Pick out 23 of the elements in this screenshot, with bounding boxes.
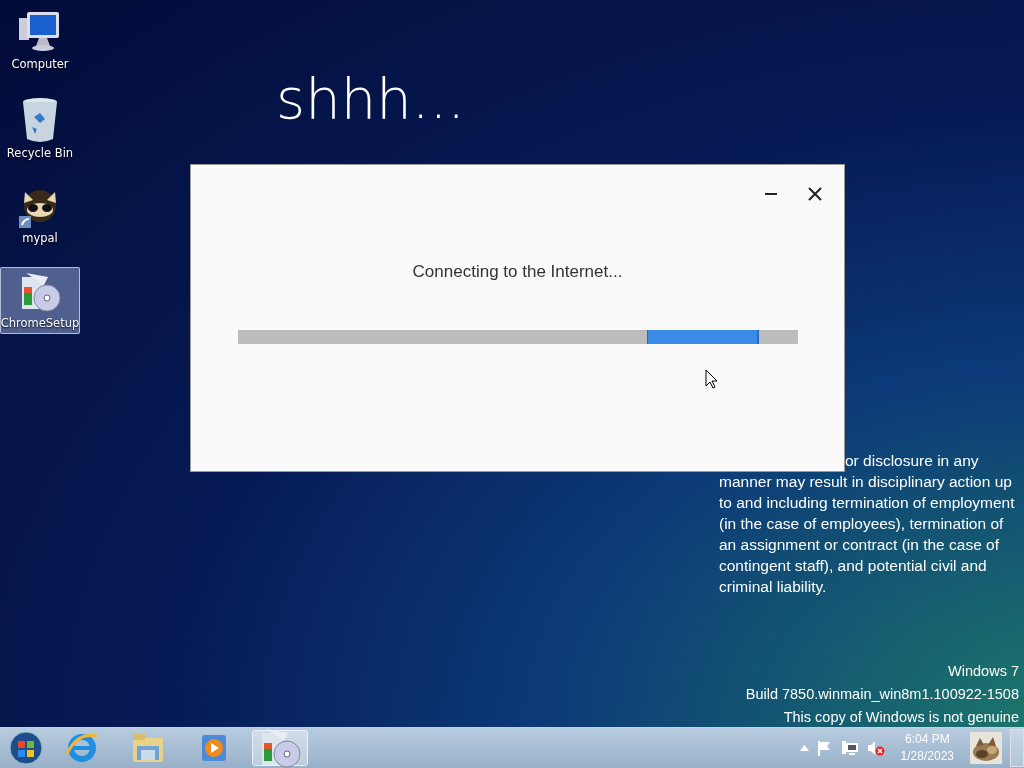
notice-text: or disclosure in any manner may result in disciplinary action up to and including termination of employment (in the case of employees), termination of an assignment or contract (in the case of contingent staff), and potential civil and criminal liability.	[719, 451, 1016, 597]
muted-speaker-icon[interactable]	[866, 740, 885, 756]
caret-icon[interactable]	[799, 745, 809, 751]
desktop-shortcut[interactable]: Recycle Bin	[0, 93, 80, 164]
watermark-text: This copy of Windows is not genuine	[783, 708, 1019, 727]
internet-explorer-icon[interactable]	[65, 732, 99, 764]
watermark-text: Build 7850.winmain_win8m1.100922-1508	[745, 685, 1019, 704]
desktop-shortcut[interactable]: Computer	[0, 6, 80, 75]
network-icon[interactable]	[840, 740, 859, 756]
cursor-icon	[705, 369, 718, 389]
close-icon[interactable]	[808, 187, 822, 201]
folder-icon[interactable]	[131, 732, 165, 764]
show-desktop-button[interactable]	[1010, 729, 1024, 767]
media-player-icon[interactable]	[200, 733, 228, 763]
watermark-text: Windows 7	[948, 662, 1019, 681]
flag-icon[interactable]	[816, 740, 833, 756]
status-message: Connecting to the Internet...	[411, 262, 624, 282]
taskbar-button[interactable]	[252, 730, 308, 766]
start-button[interactable]	[8, 730, 44, 766]
recycle-bin-icon	[20, 97, 60, 143]
headline: shhh...	[276, 66, 466, 131]
desktop-shortcut[interactable]: ChromeSetup	[0, 267, 80, 334]
desktop-shortcut[interactable]: mypal	[0, 182, 80, 249]
